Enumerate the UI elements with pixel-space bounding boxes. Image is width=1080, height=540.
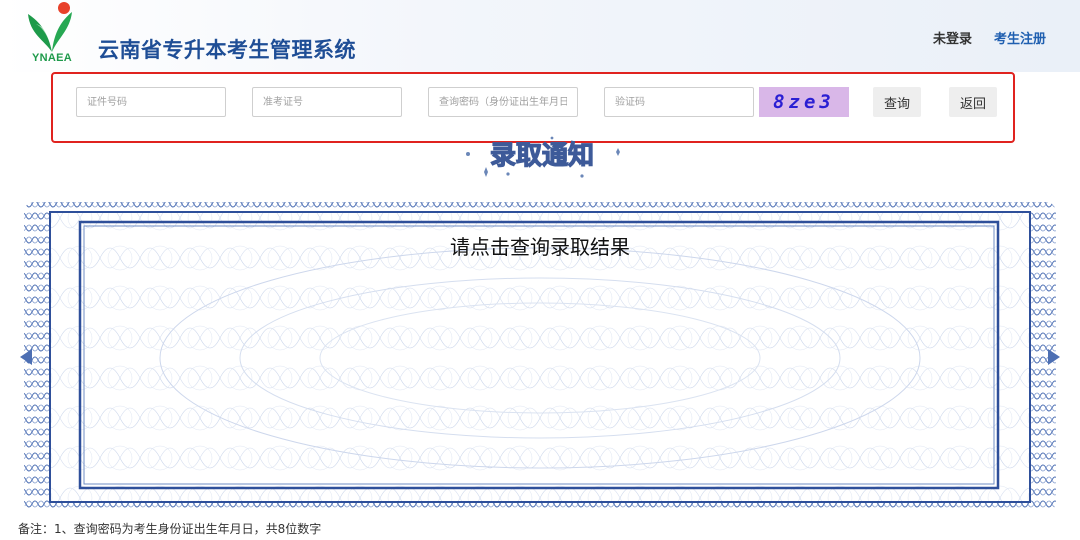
site-title: 云南省专升本考生管理系统 [98, 38, 356, 62]
exam-number-input[interactable] [252, 87, 402, 117]
query-password-input[interactable] [428, 87, 578, 117]
leaf-logo-icon [28, 2, 72, 52]
notice-heading-text: 录取通知 [490, 141, 594, 171]
footnote: 备注：1、查询密码为考生身份证出生年月日，共8位数字 [18, 522, 322, 536]
result-prompt: 请点击查询录取结果 [450, 235, 630, 259]
login-status-link[interactable]: 未登录 [933, 28, 972, 47]
back-button[interactable]: 返回 [949, 87, 997, 117]
register-link[interactable]: 考生注册 [994, 28, 1046, 47]
captcha-input[interactable] [604, 87, 754, 117]
header-bar: YNAEA 云南省专升本考生管理系统 未登录 考生注册 [0, 0, 1080, 72]
top-links: 未登录 考生注册 [933, 28, 1046, 47]
search-button[interactable]: 查询 [873, 87, 921, 117]
admission-notice-heading: 录取通知 [462, 132, 622, 184]
certificate-panel: 请点击查询录取结果 [20, 198, 1060, 516]
ynaea-logo: YNAEA [22, 0, 82, 72]
sparkle-decoration-icon: 录取通知 [466, 136, 620, 178]
id-number-input[interactable] [76, 87, 226, 117]
logo-text: YNAEA [31, 52, 72, 64]
captcha-image[interactable]: 8ze3 [759, 87, 849, 117]
